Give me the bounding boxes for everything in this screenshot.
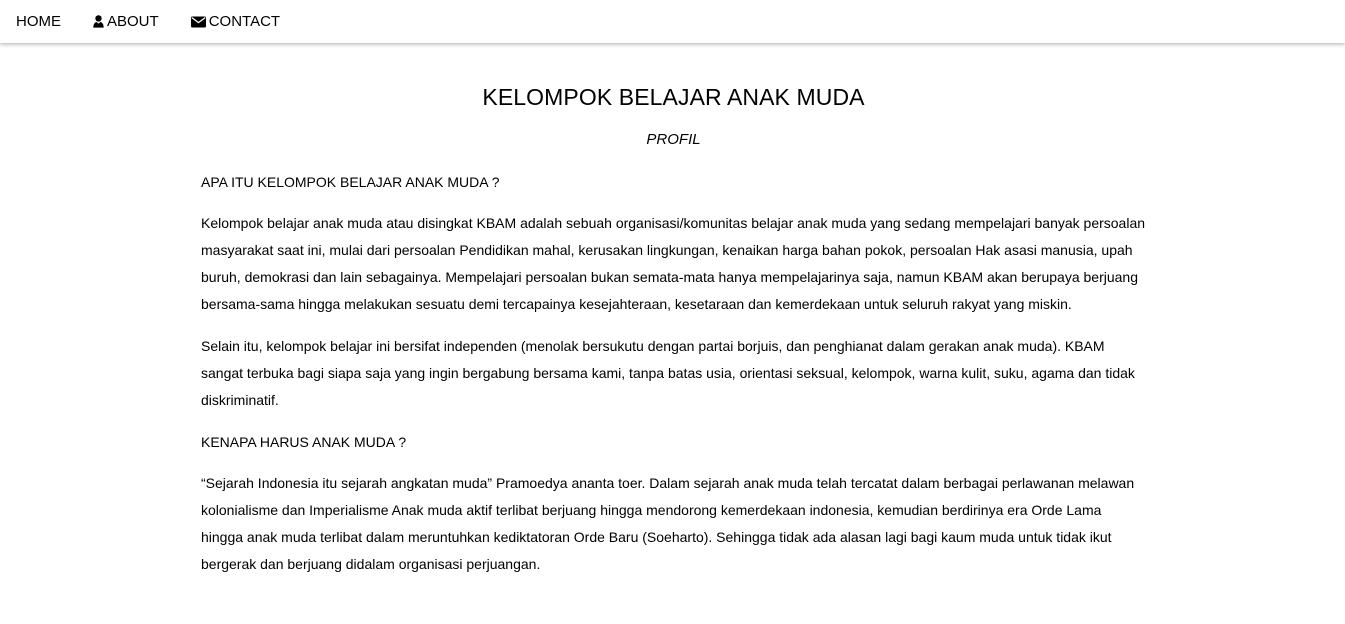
paragraph: Kelompok belajar anak muda atau disingka… <box>201 215 1146 312</box>
user-icon <box>93 15 104 28</box>
envelope-icon <box>190 16 206 28</box>
nav-home-label: HOME <box>16 13 61 30</box>
question-heading: KENAPA HARUS ANAK MUDA ? <box>201 434 407 450</box>
top-navbar: HOME ABOUT CONTACT <box>0 0 1345 43</box>
nav-contact-label: CONTACT <box>208 13 281 30</box>
main-content: KELOMPOK BELAJAR ANAK MUDA PROFIL APA IT… <box>201 43 1146 578</box>
nav-contact-link[interactable]: CONTACT <box>175 0 296 43</box>
page-title: KELOMPOK BELAJAR ANAK MUDA <box>482 84 865 110</box>
paragraph: “Sejarah Indonesia itu sejarah angkatan … <box>201 475 1135 572</box>
paragraph: Selain itu, kelompok belajar ini bersifa… <box>201 338 1135 408</box>
page-subtitle: PROFIL <box>646 131 701 148</box>
nav-about-label: ABOUT <box>107 13 159 30</box>
nav-home-link[interactable]: HOME <box>0 0 77 43</box>
nav-about-link[interactable]: ABOUT <box>77 0 175 43</box>
question-heading: APA ITU KELOMPOK BELAJAR ANAK MUDA ? <box>201 174 500 190</box>
